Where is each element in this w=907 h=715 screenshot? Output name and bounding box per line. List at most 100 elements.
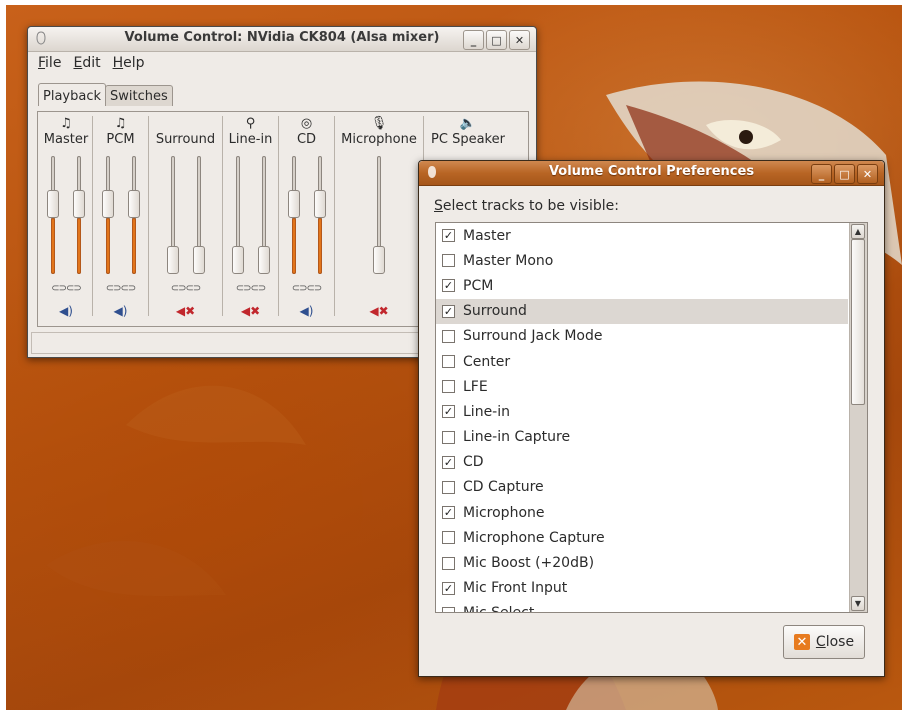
close-button[interactable]: ✕ Close: [783, 625, 865, 659]
checkbox-unchecked[interactable]: [442, 606, 455, 612]
volume-slider[interactable]: [127, 156, 140, 274]
tab-playback[interactable]: Playback: [38, 83, 107, 106]
list-item-label: Master Mono: [463, 252, 554, 269]
checkbox-unchecked[interactable]: [442, 355, 455, 369]
pref-close-window-button[interactable]: ✕: [857, 164, 878, 184]
label-text: elect tracks to be visible:: [442, 198, 619, 214]
cd-icon: ◎: [300, 116, 313, 131]
pref-minimize-button[interactable]: _: [811, 164, 832, 184]
checkbox-unchecked[interactable]: [442, 380, 455, 394]
tab-bar: Playback Switches: [38, 83, 173, 106]
close-button-label: Close: [816, 634, 854, 650]
tab-switches[interactable]: Switches: [105, 85, 173, 106]
slider-thumb[interactable]: [373, 246, 385, 274]
channel-lock-icon[interactable]: ⊂⊃⊂⊃: [279, 283, 334, 294]
menu-item-help[interactable]: Help: [113, 55, 145, 71]
slider-thumb[interactable]: [73, 190, 85, 219]
scroll-down-button[interactable]: ▼: [851, 596, 865, 611]
muted-speaker-icon[interactable]: ◀✖: [223, 304, 278, 318]
slider-thumb[interactable]: [47, 190, 59, 219]
volume-slider[interactable]: [257, 156, 270, 274]
list-item-line-in-capture[interactable]: Line-in Capture: [436, 425, 848, 450]
slider-thumb[interactable]: [127, 190, 140, 219]
checkbox-checked[interactable]: ✓: [442, 506, 455, 520]
scrollbar-thumb[interactable]: [851, 239, 865, 405]
checkbox-unchecked[interactable]: [442, 480, 455, 494]
list-item-center[interactable]: Center: [436, 349, 848, 374]
list-item-master[interactable]: ✓ Master: [436, 223, 848, 248]
volume-slider[interactable]: [231, 156, 244, 274]
channel-lock-icon[interactable]: ⊂⊃⊂⊃: [93, 283, 148, 294]
checkbox-unchecked[interactable]: [442, 329, 455, 343]
track-icon: [149, 116, 222, 132]
channel-lock-icon[interactable]: ⊂⊃⊂⊃: [149, 283, 222, 294]
list-item-cd[interactable]: ✓ CD: [436, 450, 848, 475]
checkbox-checked[interactable]: ✓: [442, 455, 455, 469]
checkbox-unchecked[interactable]: [442, 430, 455, 444]
speaker-icon[interactable]: ◀): [279, 304, 334, 318]
slider-thumb[interactable]: [257, 246, 270, 274]
channel-lock-icon[interactable]: ⊂⊃⊂⊃: [223, 283, 278, 294]
menu-item-file[interactable]: File: [38, 55, 61, 71]
channel-lock-icon[interactable]: ⊂⊃⊂⊃: [40, 283, 92, 294]
checkbox-unchecked[interactable]: [442, 556, 455, 570]
music-note-icon: ♫: [114, 116, 127, 131]
minimize-icon: _: [470, 33, 477, 47]
speaker-icon[interactable]: ◀): [40, 304, 92, 318]
list-item-master-mono[interactable]: Master Mono: [436, 248, 848, 273]
checkbox-checked[interactable]: ✓: [442, 279, 455, 293]
slider-thumb[interactable]: [166, 246, 179, 274]
close-window-button[interactable]: ✕: [509, 30, 530, 50]
list-item-mic-boost-20db[interactable]: Mic Boost (+20dB): [436, 550, 848, 575]
list-item-lfe[interactable]: LFE: [436, 374, 848, 399]
close-rest: lose: [825, 634, 855, 650]
slider-fill: [317, 218, 322, 274]
list-item-microphone-capture[interactable]: Microphone Capture: [436, 525, 848, 550]
list-item-cd-capture[interactable]: CD Capture: [436, 475, 848, 500]
list-item-pcm[interactable]: ✓ PCM: [436, 273, 848, 298]
slider-thumb[interactable]: [101, 190, 114, 219]
volume-slider[interactable]: [73, 156, 85, 274]
maximize-button[interactable]: □: [486, 30, 507, 50]
list-item-surround-jack-mode[interactable]: Surround Jack Mode: [436, 324, 848, 349]
list-item-label: Mic Select: [463, 605, 534, 612]
checkbox-unchecked[interactable]: [442, 254, 455, 268]
volume-slider[interactable]: [166, 156, 179, 274]
volume-slider[interactable]: [47, 156, 59, 274]
muted-speaker-icon[interactable]: ◀✖: [335, 304, 423, 318]
checkbox-checked[interactable]: ✓: [442, 581, 455, 595]
pref-titlebar[interactable]: Volume Control Preferences _ □ ✕: [419, 161, 884, 186]
minimize-button[interactable]: _: [463, 30, 484, 50]
list-item-label: Mic Boost (+20dB): [463, 555, 595, 572]
muted-speaker-icon[interactable]: ◀✖: [149, 304, 222, 318]
track-list[interactable]: ✓ Master Master Mono ✓ PCM ✓ Surround Surround …: [435, 222, 868, 613]
slider-thumb[interactable]: [287, 190, 300, 219]
list-item-surround[interactable]: ✓ Surround: [436, 298, 848, 324]
list-item-mic-select[interactable]: Mic Select: [436, 601, 848, 612]
pref-maximize-button[interactable]: □: [834, 164, 855, 184]
window-titlebar[interactable]: Volume Control: NVidia CK804 (Alsa mixer…: [28, 27, 536, 52]
speaker-icon[interactable]: ◀): [93, 304, 148, 318]
volume-slider[interactable]: [287, 156, 300, 274]
checkbox-checked[interactable]: ✓: [442, 405, 455, 419]
checkbox-unchecked[interactable]: [442, 531, 455, 545]
menu-accel: E: [73, 55, 83, 71]
volume-slider[interactable]: [101, 156, 114, 274]
menu-item-edit[interactable]: Edit: [73, 55, 100, 71]
track-surround: Surround ⊂⊃⊂⊃ ◀✖: [149, 116, 223, 318]
volume-slider[interactable]: [313, 156, 326, 274]
volume-slider[interactable]: [373, 156, 385, 274]
volume-slider[interactable]: [192, 156, 205, 274]
scroll-up-button[interactable]: ▲: [851, 224, 865, 239]
list-item-microphone[interactable]: ✓ Microphone: [436, 500, 848, 525]
checkbox-checked[interactable]: ✓: [442, 304, 455, 318]
list-item-line-in[interactable]: ✓ Line-in: [436, 399, 848, 424]
checkbox-checked[interactable]: ✓: [442, 229, 455, 243]
list-item-mic-front-input[interactable]: ✓ Mic Front Input: [436, 576, 848, 601]
slider-thumb[interactable]: [192, 246, 205, 274]
scrollbar[interactable]: ▲ ▼: [849, 223, 867, 612]
slider-thumb[interactable]: [313, 190, 326, 219]
slider-thumb[interactable]: [231, 246, 244, 274]
label-accel: S: [434, 198, 443, 214]
select-tracks-label: Select tracks to be visible:: [434, 198, 619, 214]
